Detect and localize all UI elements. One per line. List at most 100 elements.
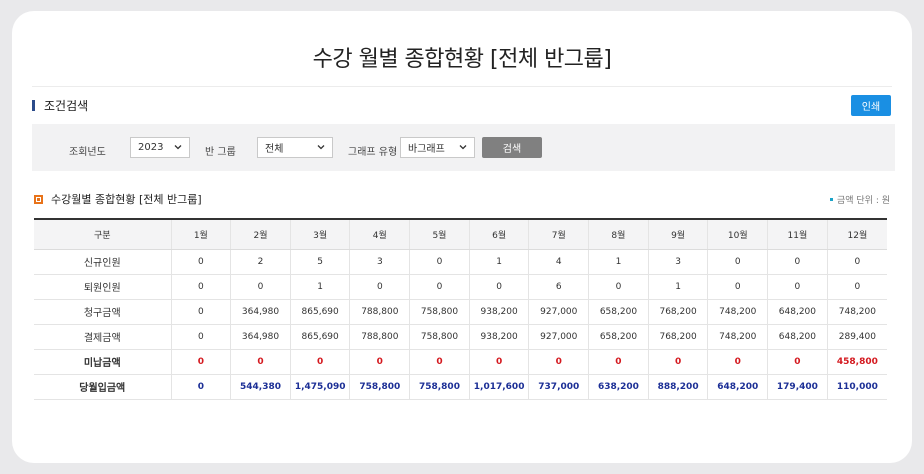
table-cell: 0 bbox=[409, 274, 470, 300]
table-cell: 758,800 bbox=[409, 299, 470, 325]
column-header: 4월 bbox=[349, 219, 410, 250]
table-cell: 0 bbox=[707, 349, 768, 375]
table-cell: 1 bbox=[588, 249, 649, 275]
table-cell: 768,200 bbox=[647, 324, 708, 350]
table-row: 결제금액 0 364,980 865,690 788,800 758,800 938,200… bbox=[34, 324, 887, 350]
row-label: 미납금액 bbox=[34, 349, 172, 375]
table-cell: 865,690 bbox=[289, 299, 350, 325]
page-title: 수강 월별 종합현황 [전체 반그룹] bbox=[312, 47, 612, 72]
column-header: 2월 bbox=[230, 219, 291, 250]
table-cell: 0 bbox=[767, 249, 828, 275]
column-header: 3월 bbox=[289, 219, 350, 250]
search-panel: 조회년도 2023 반 그룹 전체 그래프 유형 바그래프 검색 bbox=[32, 124, 895, 171]
unit-note-text: 금액 단위 : 원 bbox=[836, 196, 890, 206]
table-cell: 0 bbox=[170, 274, 231, 300]
column-header: 10월 bbox=[707, 219, 768, 250]
table-cell: 0 bbox=[826, 274, 887, 300]
table-row: 퇴원인원 0 0 1 0 0 0 6 0 1 0 0 0 bbox=[34, 274, 887, 300]
table-cell: 544,380 bbox=[230, 374, 291, 400]
table-cell: 658,200 bbox=[588, 299, 649, 325]
table-cell: 0 bbox=[349, 274, 410, 300]
table-cell: 0 bbox=[767, 274, 828, 300]
table-cell: 0 bbox=[707, 274, 768, 300]
table-cell: 4 bbox=[528, 249, 589, 275]
table-cell: 458,800 bbox=[826, 349, 887, 375]
table-cell: 0 bbox=[170, 249, 231, 275]
table-cell: 3 bbox=[349, 249, 410, 275]
table-cell: 1,475,090 bbox=[289, 374, 350, 400]
summary-title: 수강월별 종합현황 [전체 반그룹] bbox=[51, 193, 202, 206]
column-header: 구분 bbox=[34, 219, 172, 250]
table-cell: 0 bbox=[647, 349, 708, 375]
print-button[interactable]: 인쇄 bbox=[851, 95, 891, 116]
table-cell: 658,200 bbox=[588, 324, 649, 350]
table-cell: 648,200 bbox=[767, 299, 828, 325]
table-cell: 1,017,600 bbox=[468, 374, 529, 400]
table-cell: 1 bbox=[289, 274, 350, 300]
bullet-icon bbox=[829, 198, 833, 201]
column-header: 9월 bbox=[647, 219, 708, 250]
table-cell: 0 bbox=[468, 274, 529, 300]
year-select[interactable]: 2023 bbox=[130, 137, 190, 158]
column-header: 5월 bbox=[409, 219, 470, 250]
table-cell: 758,800 bbox=[349, 374, 410, 400]
graph-type-select-value: 바그래프 bbox=[408, 144, 445, 155]
table-cell: 0 bbox=[468, 349, 529, 375]
unit-note: 금액 단위 : 원 bbox=[829, 193, 890, 206]
table-cell: 1 bbox=[647, 274, 708, 300]
table-cell: 364,980 bbox=[230, 324, 291, 350]
table-cell: 938,200 bbox=[468, 324, 529, 350]
table-row: 신규인원 0 2 5 3 0 1 4 1 3 0 0 0 bbox=[34, 249, 887, 275]
table-cell: 1 bbox=[468, 249, 529, 275]
column-header: 8월 bbox=[588, 219, 649, 250]
column-header: 7월 bbox=[528, 219, 589, 250]
table-cell: 0 bbox=[230, 274, 291, 300]
table-cell: 788,800 bbox=[349, 324, 410, 350]
table-cell: 927,000 bbox=[528, 324, 589, 350]
chevron-down-icon bbox=[459, 145, 467, 150]
table-cell: 758,800 bbox=[409, 374, 470, 400]
table-cell: 0 bbox=[230, 349, 291, 375]
column-header: 11월 bbox=[767, 219, 828, 250]
class-group-select-value: 전체 bbox=[265, 144, 284, 155]
row-label: 신규인원 bbox=[34, 249, 172, 275]
table-cell: 758,800 bbox=[409, 324, 470, 350]
table-cell: 0 bbox=[588, 274, 649, 300]
search-section-heading: 조건검색 bbox=[32, 97, 88, 114]
table-cell: 0 bbox=[826, 249, 887, 275]
table-cell: 0 bbox=[409, 249, 470, 275]
table-cell: 2 bbox=[230, 249, 291, 275]
table-cell: 927,000 bbox=[528, 299, 589, 325]
table-row: 미납금액 0 0 0 0 0 0 0 0 0 0 0 458,800 bbox=[34, 349, 887, 375]
chevron-down-icon bbox=[174, 145, 182, 150]
table-cell: 5 bbox=[289, 249, 350, 275]
table-cell: 0 bbox=[170, 324, 231, 350]
table-cell: 0 bbox=[170, 374, 231, 400]
table-cell: 0 bbox=[767, 349, 828, 375]
table-cell: 3 bbox=[647, 249, 708, 275]
table-cell: 648,200 bbox=[707, 374, 768, 400]
report-card: 수강 월별 종합현황 [전체 반그룹] 조건검색 인쇄 조회년도 2023 반 … bbox=[12, 11, 912, 463]
row-label: 결제금액 bbox=[34, 324, 172, 350]
column-header: 1월 bbox=[170, 219, 231, 250]
search-button[interactable]: 검색 bbox=[482, 137, 542, 158]
class-group-select[interactable]: 전체 bbox=[257, 137, 333, 158]
monthly-summary-table: 구분 1월 2월 3월 4월 5월 6월 7월 8월 9월 10월 11월 12… bbox=[34, 218, 887, 400]
summary-section-heading: 수강월별 종합현황 [전체 반그룹] bbox=[34, 191, 202, 207]
orange-square-icon bbox=[34, 194, 43, 204]
graph-type-select[interactable]: 바그래프 bbox=[400, 137, 475, 158]
table-cell: 638,200 bbox=[588, 374, 649, 400]
table-cell: 0 bbox=[528, 349, 589, 375]
title-divider bbox=[32, 86, 892, 87]
table-cell: 0 bbox=[409, 349, 470, 375]
table-cell: 748,200 bbox=[707, 324, 768, 350]
year-select-value: 2023 bbox=[138, 142, 164, 153]
table-header-row: 구분 1월 2월 3월 4월 5월 6월 7월 8월 9월 10월 11월 12… bbox=[34, 219, 887, 250]
table-cell: 0 bbox=[588, 349, 649, 375]
table-cell: 648,200 bbox=[767, 324, 828, 350]
row-label: 당월입금액 bbox=[34, 374, 172, 400]
table-cell: 737,000 bbox=[528, 374, 589, 400]
table-cell: 865,690 bbox=[289, 324, 350, 350]
table-cell: 748,200 bbox=[826, 299, 887, 325]
table-cell: 748,200 bbox=[707, 299, 768, 325]
